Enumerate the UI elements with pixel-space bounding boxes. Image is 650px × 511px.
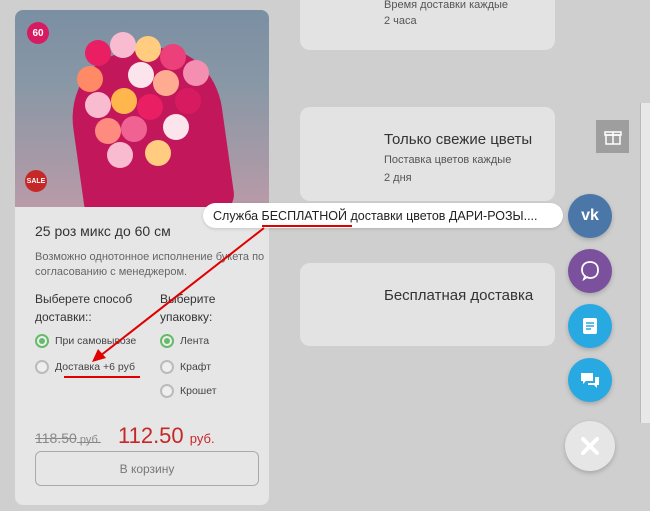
annotation-overlay bbox=[64, 225, 352, 378]
vk-button[interactable]: vk bbox=[568, 194, 612, 238]
docs-button[interactable] bbox=[568, 304, 612, 348]
close-button[interactable] bbox=[565, 421, 615, 471]
gift-icon-shape bbox=[603, 130, 622, 145]
viber-icon bbox=[581, 261, 599, 282]
chat-button[interactable] bbox=[568, 358, 612, 402]
annotation-arrow-head bbox=[92, 349, 106, 362]
annotation-arrow-line bbox=[99, 227, 265, 357]
document-icon bbox=[583, 318, 597, 334]
chat-icon bbox=[581, 373, 599, 388]
close-icon bbox=[581, 437, 599, 455]
gift-icon[interactable] bbox=[596, 120, 629, 153]
viber-button[interactable] bbox=[568, 249, 612, 293]
vk-icon: vk bbox=[581, 207, 599, 224]
